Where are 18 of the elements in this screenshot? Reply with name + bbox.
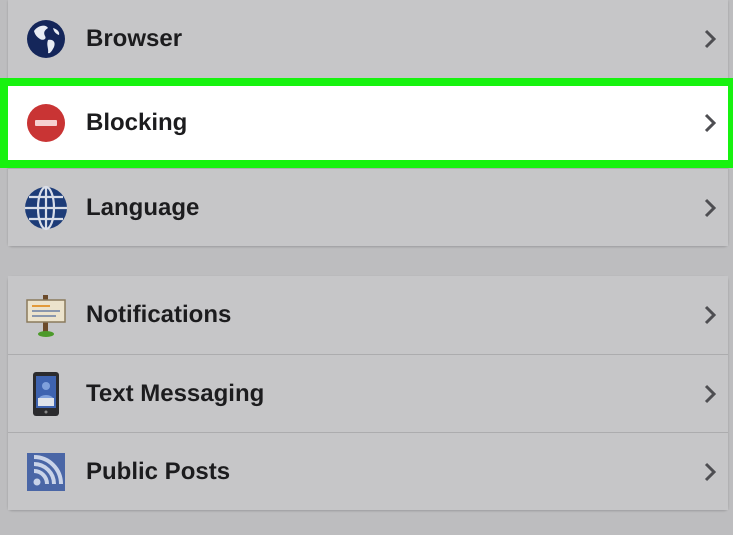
phone-icon [32, 370, 60, 416]
signboard-icon [25, 293, 67, 337]
chevron-icon [704, 305, 716, 325]
globe-icon [23, 184, 69, 230]
no-entry-icon [26, 103, 66, 143]
globe-icon [26, 19, 66, 59]
chevron-icon [704, 462, 716, 482]
rss-icon [26, 452, 66, 492]
settings-row[interactable]: Browser [8, 0, 728, 78]
chevron-icon [704, 113, 716, 133]
settings-row[interactable]: Text Messaging [8, 354, 728, 432]
settings-row[interactable]: Public Posts [8, 432, 728, 510]
settings-row[interactable]: Notifications [8, 276, 728, 354]
settings-row[interactable]: Blocking [0, 78, 733, 168]
settings-row[interactable]: Language [8, 168, 728, 246]
chevron-icon [704, 29, 716, 49]
chevron-icon [704, 198, 716, 218]
chevron-icon [704, 384, 716, 404]
